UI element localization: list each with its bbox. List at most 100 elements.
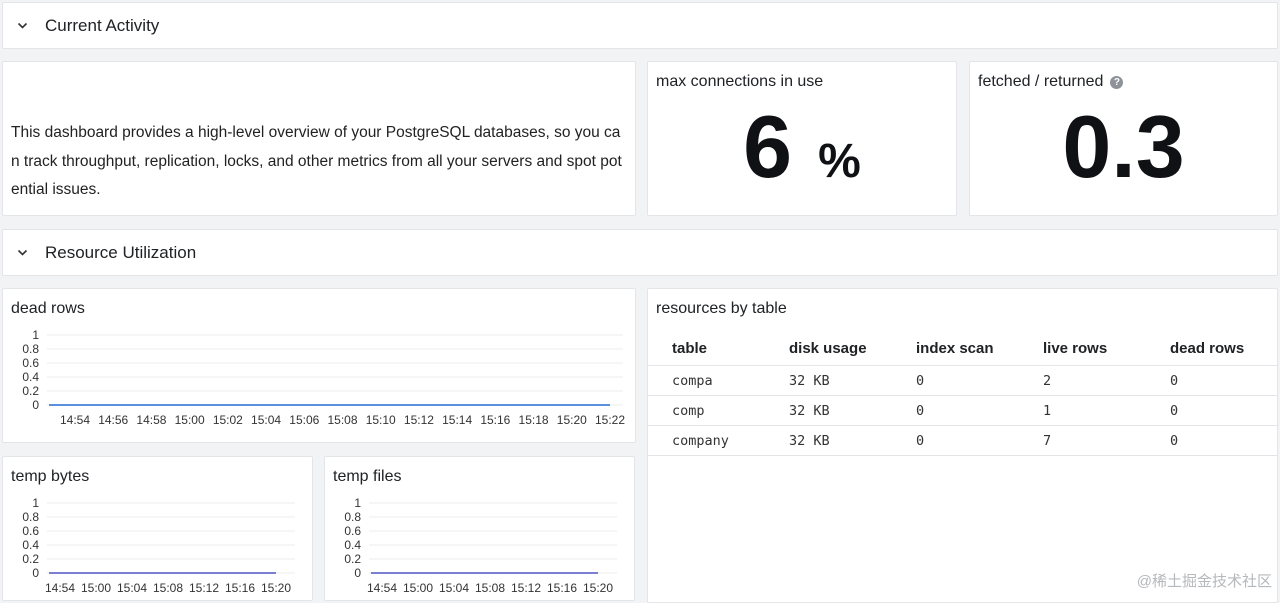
table-cell: comp: [672, 402, 705, 419]
temp-files-chart[interactable]: 10.80.60.40.20 14:54 15:00 15:04 15:08 15:12 1…: [325, 457, 634, 600]
y-tick-label: 0: [354, 566, 361, 580]
table-cell: 32 KB: [789, 432, 830, 449]
y-tick-label: 0.4: [22, 538, 39, 552]
x-tick-label: 15:14: [442, 413, 472, 427]
panel-title: max connections in use: [656, 73, 824, 90]
row-title: Current Activity: [45, 15, 160, 35]
table-row: compa 32 KB 0 2 0: [648, 366, 1277, 396]
x-tick-label: 14:54: [367, 581, 397, 595]
row-resource-utilization[interactable]: Resource Utilization: [2, 229, 1278, 276]
dead-rows-chart[interactable]: 10.80.60.40.20 14:54 14:56 14:58 15:00 15:02 1…: [3, 289, 635, 442]
table-cell: company: [672, 432, 729, 449]
description-panel: This dashboard provides a high-level ove…: [2, 61, 636, 216]
stat-unit: %: [818, 135, 861, 188]
x-tick-label: 15:20: [583, 581, 613, 595]
x-tick-label: 14:58: [136, 413, 166, 427]
table-cell: 1: [1043, 402, 1052, 419]
x-tick-label: 15:16: [225, 581, 255, 595]
x-tick-label: 14:54: [60, 413, 90, 427]
x-tick-label: 15:20: [261, 581, 291, 595]
table-cell: 0: [1170, 372, 1179, 389]
x-tick-label: 15:06: [289, 413, 319, 427]
y-tick-label: 0.8: [344, 510, 361, 524]
panel-title: fetched / returned?: [978, 73, 1124, 91]
chevron-down-icon[interactable]: [3, 22, 45, 30]
temp-files-panel: temp files 1 0.8 0.6 0.4 0.2 0 14:54 15:00 15:04…: [324, 456, 635, 601]
x-tick-label: 15:04: [117, 581, 147, 595]
column-header-live-rows[interactable]: live rows: [1043, 340, 1170, 357]
temp-bytes-panel: temp bytes 1 0.8 0.6 0.4 0.2 0 14:54 15:00 15:04…: [2, 456, 313, 601]
panel-title-text: fetched / returned: [978, 73, 1104, 90]
column-header-dead-rows[interactable]: dead rows: [1170, 340, 1270, 357]
table-cell: 32 KB: [789, 402, 830, 419]
table-cell: 0: [916, 402, 925, 419]
table-cell: 0: [916, 432, 925, 449]
y-tick-label: 0.6: [22, 356, 39, 370]
column-header-table[interactable]: table: [648, 340, 789, 357]
x-tick-label: 15:00: [175, 413, 205, 427]
resources-by-table-panel: resources by table table disk usage inde…: [647, 288, 1278, 603]
fetched-returned-panel: fetched / returned? 0.3: [969, 61, 1278, 216]
stat-value: 0.3: [970, 97, 1277, 197]
table-cell: 32 KB: [789, 372, 830, 389]
x-tick-label: 15:04: [439, 581, 469, 595]
question-circle-icon[interactable]: ?: [1110, 76, 1124, 89]
y-tick-label: 0.6: [344, 524, 361, 538]
y-tick-label: 0.8: [22, 510, 39, 524]
row-title: Resource Utilization: [45, 242, 197, 262]
dashboard-description: This dashboard provides a high-level ove…: [11, 124, 622, 198]
table-row: company 32 KB 0 7 0: [648, 426, 1277, 456]
row-current-activity[interactable]: Current Activity: [2, 2, 1278, 49]
y-tick-label: 0: [32, 398, 39, 412]
max-connections-panel: max connections in use 6%: [647, 61, 957, 216]
y-tick-label: 0: [32, 566, 39, 580]
watermark: @稀土掘金技术社区: [1136, 573, 1272, 590]
x-tick-label: 15:00: [81, 581, 111, 595]
stat-value: 6%: [648, 97, 956, 197]
x-tick-label: 15:12: [189, 581, 219, 595]
stat-number: 6: [743, 97, 793, 196]
y-tick-label: 0.2: [22, 384, 39, 398]
y-tick-label: 1: [354, 496, 361, 510]
y-tick-label: 0.6: [22, 524, 39, 538]
chevron-down-icon[interactable]: [3, 249, 45, 257]
x-tick-label: 15:18: [519, 413, 549, 427]
y-tick-label: 0.4: [22, 370, 39, 384]
x-tick-label: 15:00: [403, 581, 433, 595]
table-cell: 0: [916, 372, 925, 389]
table-header: table disk usage index scan live rows de…: [648, 331, 1277, 366]
x-tick-label: 15:12: [511, 581, 541, 595]
y-tick-label: 0.4: [344, 538, 361, 552]
y-tick-label: 0.2: [22, 552, 39, 566]
stat-number: 0.3: [1062, 97, 1185, 196]
x-tick-label: 15:08: [153, 581, 183, 595]
x-tick-label: 15:02: [213, 413, 243, 427]
temp-bytes-chart[interactable]: 10.80.60.40.20 14:54 15:00 15:04 15:08 15:12 1…: [3, 457, 312, 600]
y-tick-label: 1: [32, 328, 39, 342]
x-tick-label: 15:22: [595, 413, 625, 427]
table-cell: 0: [1170, 402, 1179, 419]
column-header-disk-usage[interactable]: disk usage: [789, 340, 916, 357]
table-row: comp 32 KB 0 1 0: [648, 396, 1277, 426]
column-header-index-scan[interactable]: index scan: [916, 340, 1043, 357]
x-tick-label: 14:54: [45, 581, 75, 595]
x-tick-label: 15:08: [475, 581, 505, 595]
x-tick-label: 15:16: [547, 581, 577, 595]
x-tick-label: 14:56: [98, 413, 128, 427]
y-tick-label: 1: [32, 496, 39, 510]
x-tick-label: 15:12: [404, 413, 434, 427]
x-tick-label: 15:08: [327, 413, 357, 427]
table-cell: 2: [1043, 372, 1052, 389]
y-tick-label: 0.8: [22, 342, 39, 356]
x-tick-label: 15:20: [557, 413, 587, 427]
table-cell: compa: [672, 372, 713, 389]
table-cell: 0: [1170, 432, 1179, 449]
x-tick-label: 15:16: [480, 413, 510, 427]
x-tick-label: 15:04: [251, 413, 281, 427]
table-cell: 7: [1043, 432, 1052, 449]
y-tick-label: 0.2: [344, 552, 361, 566]
panel-title: resources by table: [656, 300, 787, 317]
dead-rows-panel: dead rows 1 0.8 0.6 0.4 0.2 0 14:54 14:56 14:58 1…: [2, 288, 636, 443]
resources-table: table disk usage index scan live rows de…: [648, 331, 1277, 456]
x-tick-label: 15:10: [366, 413, 396, 427]
